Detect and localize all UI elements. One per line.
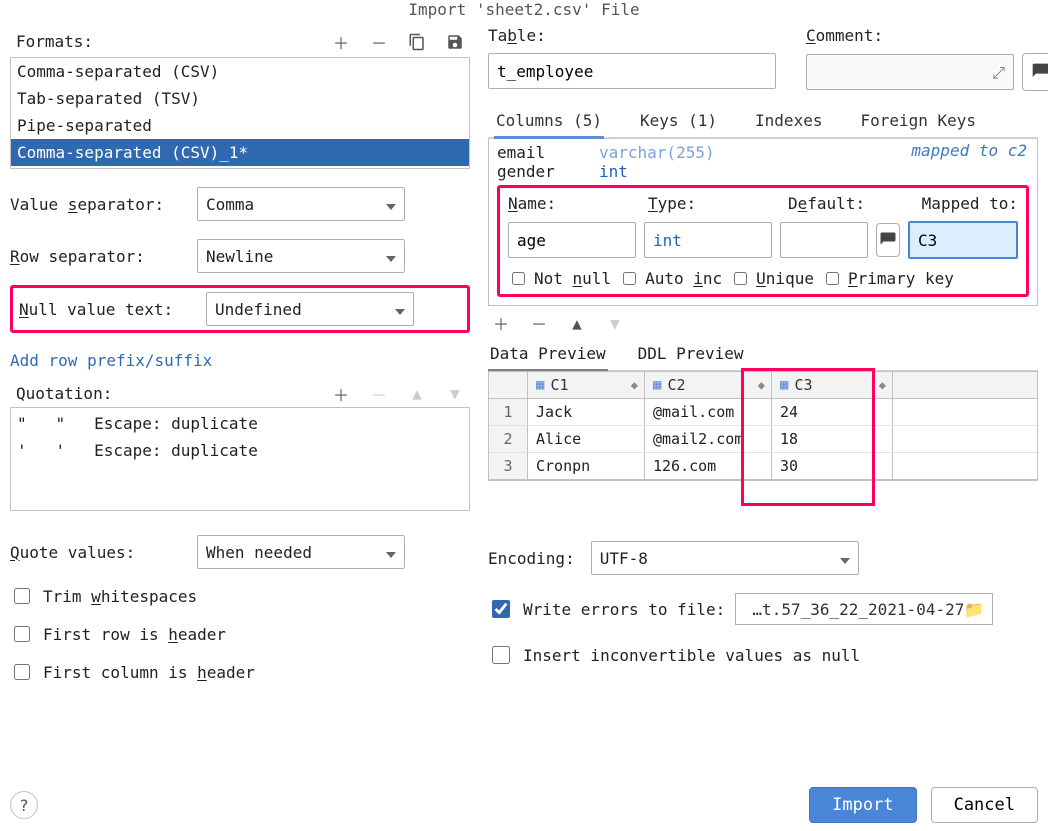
- unique-checkbox[interactable]: Unique: [730, 269, 814, 288]
- copy-format-icon[interactable]: [408, 33, 426, 51]
- grid-cell[interactable]: Jack: [528, 399, 645, 425]
- data-preview-grid[interactable]: ▦C1◆ ▦C2◆ ▦C3◆ 1 Jack @mail.com 24 2 Ali…: [489, 372, 1037, 480]
- value-separator-label: Value separator:: [10, 195, 185, 214]
- mapped-to-label: Mapped to:: [922, 194, 1018, 213]
- auto-inc-checkbox[interactable]: Auto inc: [619, 269, 722, 288]
- mapped-to-input[interactable]: [908, 221, 1018, 259]
- add-prefix-suffix-link[interactable]: Add row prefix/suffix: [10, 351, 212, 370]
- columns-schema: mapped to c2 emailvarchar(255) genderint…: [488, 139, 1038, 306]
- grid-header-c1[interactable]: ▦C1◆: [528, 372, 645, 398]
- tab-columns[interactable]: Columns (5): [494, 105, 604, 139]
- null-value-text-combo[interactable]: Undefined: [206, 292, 414, 326]
- encoding-label: Encoding:: [488, 549, 575, 568]
- insert-null-label: Insert inconvertible values as null: [523, 646, 860, 665]
- chevron-down-icon: [386, 247, 396, 266]
- format-item[interactable]: Tab-separated (TSV): [11, 85, 469, 112]
- column-name-input[interactable]: [508, 222, 636, 258]
- chevron-down-icon: [386, 543, 396, 562]
- default-expand-button[interactable]: [876, 223, 900, 257]
- column-type-input[interactable]: [644, 222, 772, 258]
- remove-column-icon[interactable]: －: [530, 314, 548, 332]
- default-label: Default:: [788, 194, 878, 213]
- tab-data-preview[interactable]: Data Preview: [488, 338, 608, 372]
- add-column-icon[interactable]: ＋: [492, 314, 510, 332]
- grid-header-c3[interactable]: ▦C3◆: [772, 372, 893, 398]
- save-format-icon[interactable]: [446, 33, 464, 51]
- name-label: Name:: [508, 194, 628, 213]
- quotation-list[interactable]: " " Escape: duplicate ' ' Escape: duplic…: [10, 407, 470, 511]
- quotation-item[interactable]: ' ' Escape: duplicate: [17, 441, 463, 460]
- grid-corner: [489, 372, 528, 398]
- trim-whitespaces-checkbox[interactable]: Trim whitespaces: [10, 585, 470, 607]
- grid-cell[interactable]: 24: [772, 399, 893, 425]
- cancel-button[interactable]: Cancel: [931, 787, 1038, 823]
- quote-values-combo[interactable]: When needed: [197, 535, 405, 569]
- row-index: 2: [489, 426, 528, 452]
- move-column-down-icon: ▼: [606, 314, 624, 332]
- chevron-down-icon: [395, 300, 405, 319]
- row-index: 1: [489, 399, 528, 425]
- row-index: 3: [489, 453, 528, 479]
- quotation-item[interactable]: " " Escape: duplicate: [17, 414, 463, 433]
- remove-quotation-icon: －: [370, 385, 388, 403]
- grid-cell[interactable]: Alice: [528, 426, 645, 452]
- remove-format-icon[interactable]: －: [370, 33, 388, 51]
- table-label: Table:: [488, 26, 776, 45]
- comment-input[interactable]: [806, 54, 1014, 90]
- first-row-header-checkbox[interactable]: First row is header: [10, 623, 470, 645]
- quote-values-label: Quote values:: [10, 543, 185, 562]
- row-separator-combo[interactable]: Newline: [197, 239, 405, 273]
- tab-ddl-preview[interactable]: DDL Preview: [636, 338, 746, 370]
- null-value-text-label: Null value text:: [19, 300, 194, 319]
- encoding-combo[interactable]: UTF-8: [591, 541, 859, 575]
- write-errors-checkbox[interactable]: [492, 600, 510, 618]
- row-separator-label: Row separator:: [10, 247, 185, 266]
- grid-cell[interactable]: 126.com: [645, 453, 772, 479]
- comment-label: Comment:: [806, 26, 1048, 45]
- folder-icon[interactable]: 📁: [964, 600, 984, 619]
- grid-cell[interactable]: @mail.com: [645, 399, 772, 425]
- type-label: Type:: [648, 194, 768, 213]
- formats-list[interactable]: Comma-separated (CSV) Tab-separated (TSV…: [10, 57, 470, 169]
- add-format-icon[interactable]: ＋: [332, 33, 350, 51]
- format-item-selected[interactable]: Comma-separated (CSV)_1*: [11, 139, 469, 166]
- grid-header-c2[interactable]: ▦C2◆: [645, 372, 772, 398]
- format-item[interactable]: Pipe-separated: [11, 112, 469, 139]
- tab-indexes[interactable]: Indexes: [753, 105, 824, 137]
- grid-cell[interactable]: 18: [772, 426, 893, 452]
- chevron-down-icon: [386, 195, 396, 214]
- first-col-header-checkbox[interactable]: First column is header: [10, 661, 470, 683]
- window-title: Import 'sheet2.csv' File: [10, 0, 1038, 26]
- mapped-hint: mapped to c2: [911, 141, 1027, 160]
- format-item[interactable]: Comma-separated (CSV): [11, 58, 469, 85]
- chevron-down-icon: [840, 549, 850, 568]
- move-column-up-icon[interactable]: ▲: [568, 314, 586, 332]
- move-down-icon: ▼: [446, 385, 464, 403]
- add-quotation-icon[interactable]: ＋: [332, 385, 350, 403]
- expand-comment-button[interactable]: [1022, 53, 1048, 91]
- table-name-input[interactable]: [488, 53, 776, 89]
- quotation-label: Quotation:: [16, 384, 112, 403]
- grid-cell[interactable]: @mail2.com: [645, 426, 772, 452]
- primary-key-checkbox[interactable]: Primary key: [822, 269, 954, 288]
- move-up-icon: ▲: [408, 385, 426, 403]
- import-button[interactable]: Import: [809, 787, 916, 823]
- not-null-checkbox[interactable]: Not null: [508, 269, 611, 288]
- grid-cell[interactable]: 30: [772, 453, 893, 479]
- value-separator-combo[interactable]: Comma: [197, 187, 405, 221]
- help-button[interactable]: ?: [10, 791, 38, 819]
- write-errors-file-input[interactable]: 2021-04-27_22_36_57.txt 📁: [735, 593, 993, 625]
- formats-label: Formats:: [16, 32, 93, 51]
- tab-foreign-keys[interactable]: Foreign Keys: [858, 105, 978, 137]
- column-default-input[interactable]: [780, 222, 868, 258]
- write-errors-label: Write errors to file:: [523, 600, 725, 619]
- insert-null-checkbox[interactable]: [492, 646, 510, 664]
- grid-cell[interactable]: Cronpn: [528, 453, 645, 479]
- tab-keys[interactable]: Keys (1): [638, 105, 719, 137]
